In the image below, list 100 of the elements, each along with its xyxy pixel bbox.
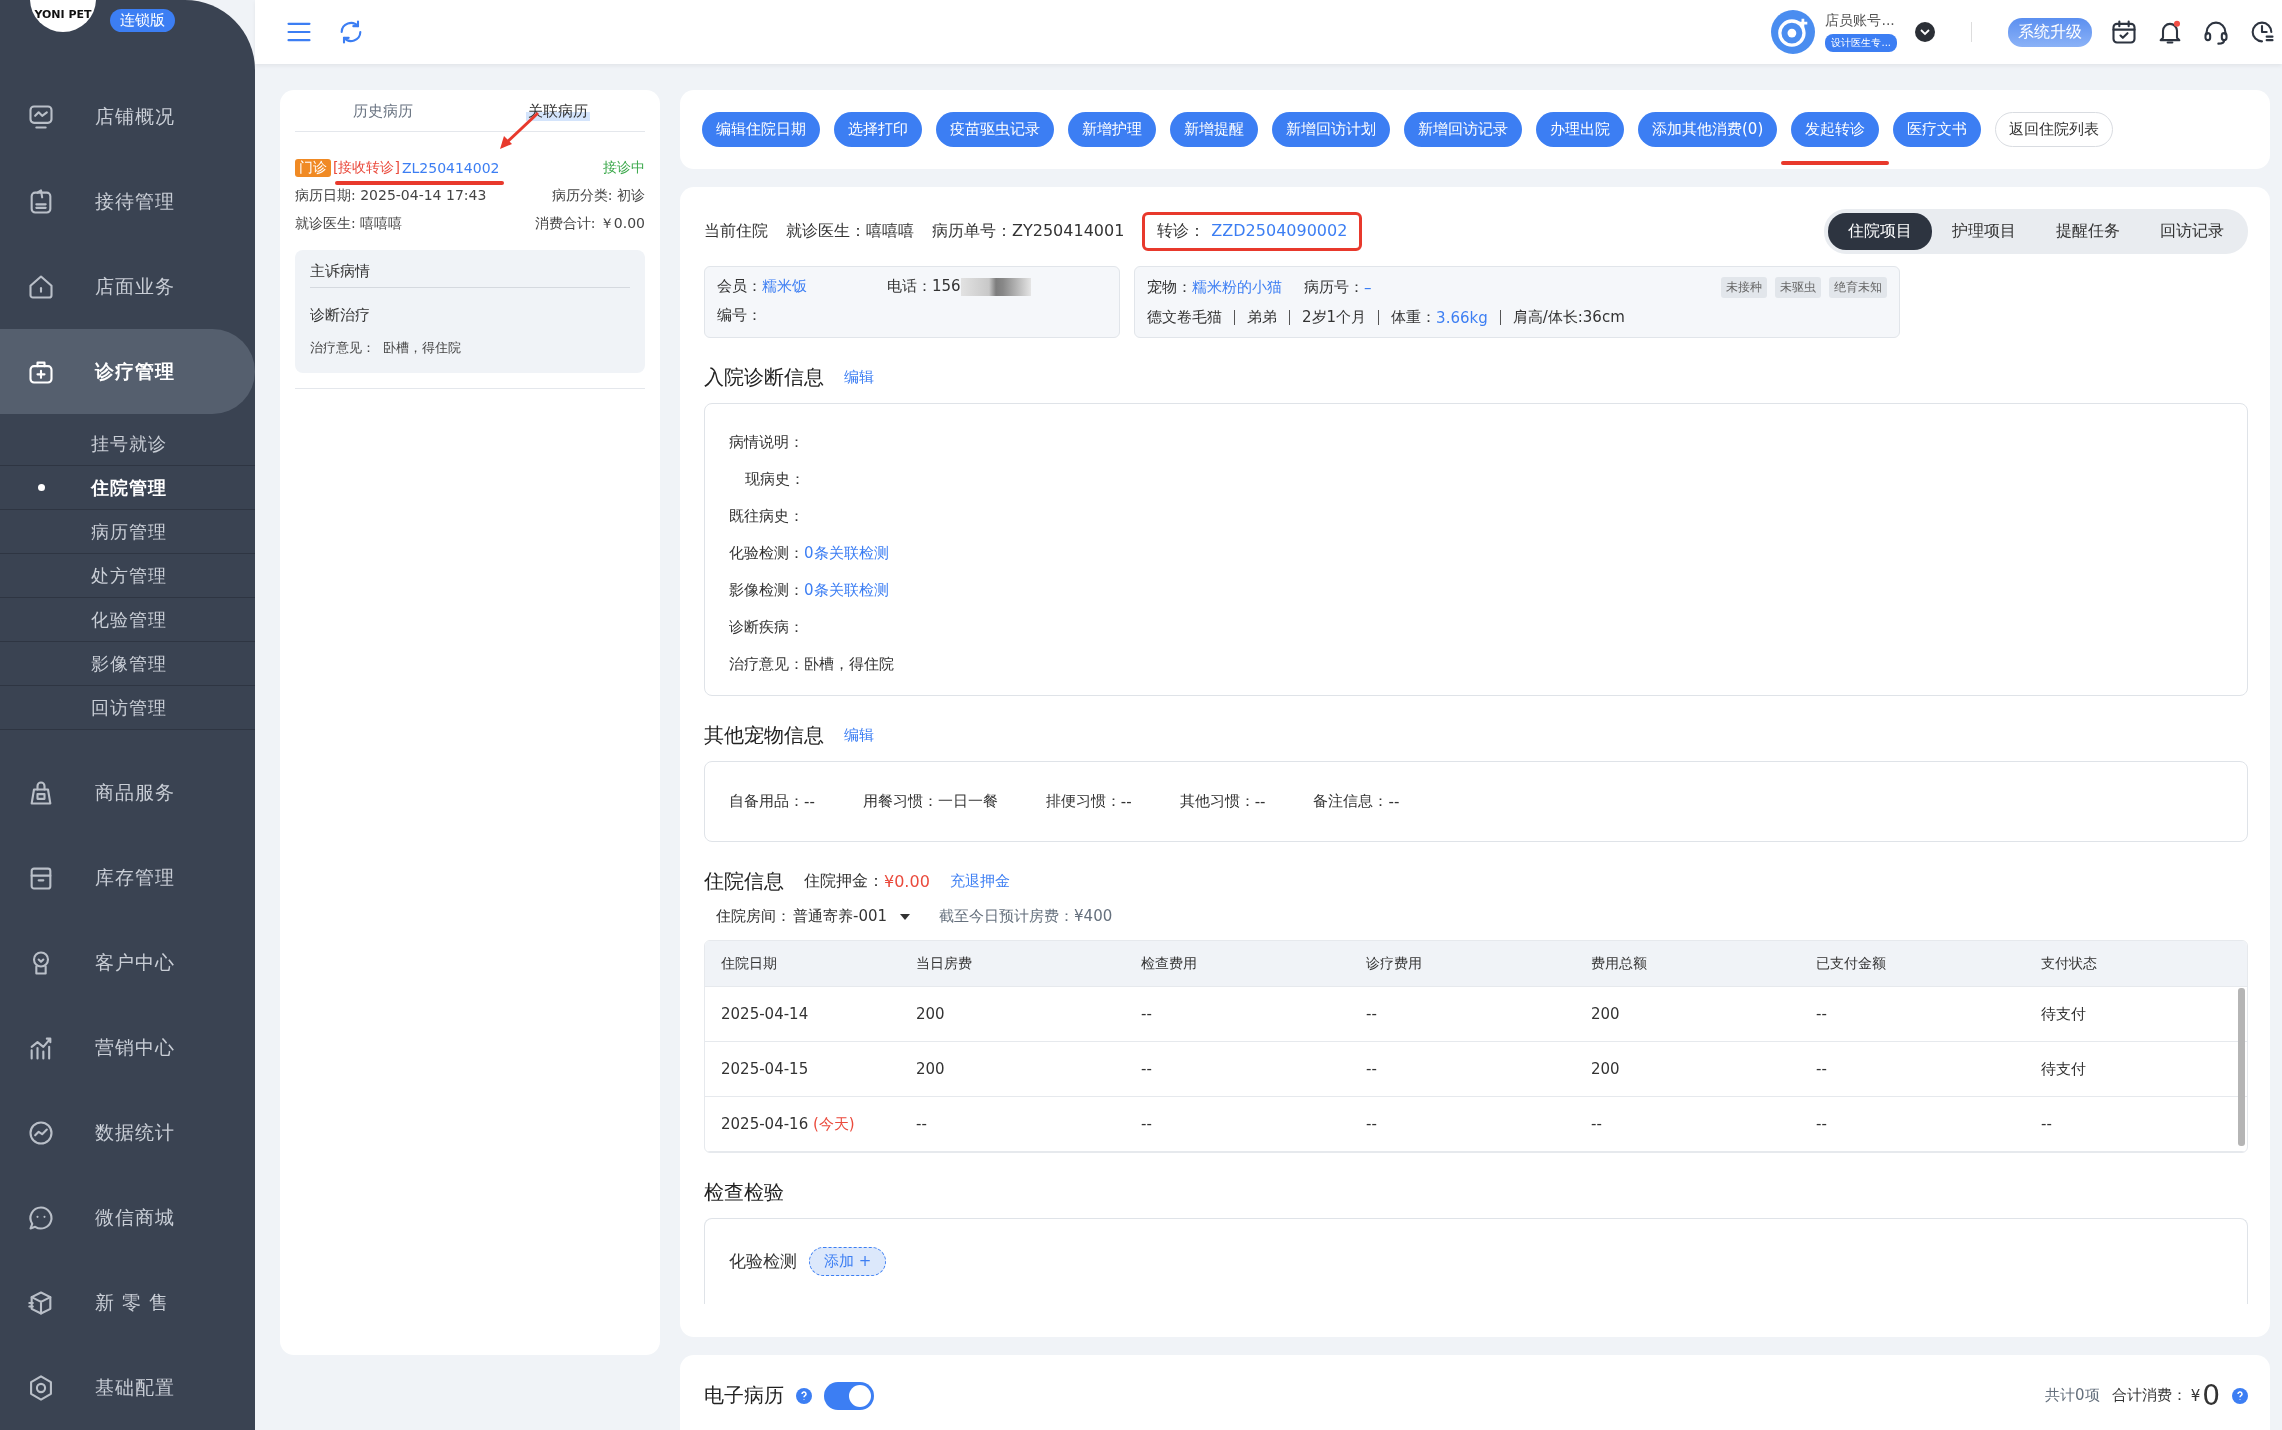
column-header: 已支付金额 — [1815, 954, 1887, 973]
table-cell-text: -- — [1815, 1005, 1828, 1023]
info-text: 转诊： — [1157, 221, 1206, 242]
link-text[interactable]: 0条关联检测 — [804, 544, 889, 563]
submenu-item[interactable]: 住院管理 — [0, 466, 255, 510]
tab[interactable]: 关联病历 — [525, 102, 590, 121]
sidebar-item[interactable]: 基础配置 — [0, 1345, 255, 1430]
record-link[interactable]: ZL250414002 — [401, 160, 500, 176]
action-button[interactable]: 新增护理 — [1068, 112, 1156, 147]
table-cell-text: 待支付 — [2040, 1004, 2087, 1024]
tab[interactable]: 回访记录 — [2140, 213, 2244, 250]
monitor-icon — [27, 102, 55, 131]
sidebar-item[interactable]: 诊疗管理 — [0, 329, 255, 414]
scrollbar[interactable] — [2238, 988, 2245, 1146]
table-cell-text: -- — [1140, 1060, 1153, 1078]
section-title: 诊断治疗 — [310, 306, 371, 325]
edit-link[interactable]: 编辑 — [844, 726, 874, 745]
edition-badge: 连锁版 — [110, 9, 175, 32]
field-value: -- — [804, 792, 815, 811]
action-button[interactable]: 新增回访记录 — [1404, 112, 1522, 147]
tab[interactable]: 住院项目 — [1828, 213, 1932, 250]
transfer-link[interactable]: ZZD2504090002 — [1211, 221, 1348, 242]
tab[interactable]: 历史病历 — [350, 102, 415, 121]
table-cell-text: -- — [915, 1115, 928, 1133]
fee-estimate: 截至今日预计房费：¥400 — [939, 907, 1113, 926]
field-value: 卧槽，得住院 — [383, 339, 461, 357]
field-label: 自备用品： — [729, 792, 804, 811]
pet-link[interactable]: 糯米粉的小猫 — [1192, 278, 1282, 297]
field-label: 影像检测： — [729, 581, 804, 600]
submenu-item[interactable]: 病历管理 — [0, 510, 255, 554]
caret-down-icon — [899, 911, 912, 922]
table-cell-text: 200 — [915, 1005, 946, 1023]
table-cell-text: 2025-04-15 — [720, 1060, 810, 1078]
link-text[interactable]: 0条关联检测 — [804, 581, 889, 600]
field-label: 化验检测 — [729, 1250, 797, 1273]
chevron-down-icon[interactable] — [1915, 22, 1935, 42]
field-label: 治疗意见： — [310, 339, 375, 357]
submenu-item[interactable]: 挂号就诊 — [0, 422, 255, 466]
sidebar-item[interactable]: 客户中心 — [0, 920, 255, 1005]
table-cell-text: -- — [1365, 1005, 1378, 1023]
add-button[interactable]: 添加 + — [809, 1247, 887, 1276]
member-link[interactable]: 糯米饭 — [762, 277, 807, 296]
sidebar-item[interactable]: 店铺概况 — [0, 74, 255, 159]
record-number-link[interactable]: – — [1364, 278, 1372, 297]
submenu-item[interactable]: 影像管理 — [0, 642, 255, 686]
sidebar-item[interactable]: 库存管理 — [0, 835, 255, 920]
submenu-item[interactable]: 处方管理 — [0, 554, 255, 598]
deposit-amount: ¥0.00 — [884, 872, 930, 891]
tab[interactable]: 提醒任务 — [2036, 213, 2140, 250]
section-title: 电子病历 — [704, 1382, 784, 1409]
column-header: 支付状态 — [2040, 954, 2098, 973]
action-button[interactable]: 编辑住院日期 — [702, 112, 820, 147]
table-cell-text: 200 — [1590, 1005, 1621, 1023]
field-label: 化验检测： — [729, 544, 804, 563]
field-value: 卧槽，得住院 — [804, 655, 894, 674]
submenu-item[interactable]: 回访管理 — [0, 686, 255, 730]
tab[interactable]: 护理项目 — [1932, 213, 2036, 250]
edit-link[interactable]: 编辑 — [844, 368, 874, 387]
sidebar-item[interactable]: 店面业务 — [0, 244, 255, 329]
action-button[interactable]: 办理出院 — [1536, 112, 1624, 147]
table-cell-text: 2025-04-14 — [720, 1005, 810, 1023]
record-field: 消费合计: ￥0.00 — [534, 215, 645, 233]
field-value: -- — [1388, 792, 1400, 811]
sidebar-item[interactable]: 商品服务 — [0, 750, 255, 835]
action-button[interactable]: 新增回访计划 — [1272, 112, 1390, 147]
field-label: 治疗意见： — [729, 655, 804, 674]
submenu-item[interactable]: 化验管理 — [0, 598, 255, 642]
record-type-tag: 门诊 — [295, 159, 331, 177]
chat-icon — [27, 1203, 55, 1232]
avatar-icon[interactable] — [1771, 10, 1816, 54]
field-label: 编号： — [717, 306, 763, 325]
help-icon[interactable] — [796, 1387, 812, 1404]
field-label: 病情说明： — [729, 433, 804, 452]
action-button[interactable]: 选择打印 — [834, 112, 922, 147]
transfer-tag: [接收转诊] — [333, 159, 400, 177]
table-cell-text: -- — [1590, 1115, 1603, 1133]
action-button[interactable]: 医疗文书 — [1893, 112, 1982, 147]
table-cell-text: -- — [2040, 1115, 2053, 1133]
field-label: 体重： — [1391, 308, 1437, 327]
sidebar-item[interactable]: 数据统计 — [0, 1090, 255, 1175]
field-value: 一日一餐 — [937, 792, 998, 811]
action-button[interactable]: 返回住院列表 — [1995, 112, 2114, 147]
toggle-switch[interactable] — [824, 1381, 874, 1410]
action-button[interactable]: 疫苗驱虫记录 — [936, 112, 1054, 147]
deposit-link[interactable]: 充退押金 — [949, 872, 1010, 891]
sidebar-item[interactable]: 接待管理 — [0, 159, 255, 244]
field-value: -- — [1120, 792, 1132, 811]
action-button[interactable]: 添加其他消费(0) — [1638, 112, 1778, 147]
action-button[interactable]: 发起转诊 — [1791, 112, 1880, 147]
field-label: 备注信息： — [1313, 792, 1389, 811]
field-label: 合计消费： — [2111, 1386, 2187, 1405]
sidebar-item[interactable]: 微信商城 — [0, 1175, 255, 1260]
user-name[interactable]: 店员账号... — [1825, 12, 1897, 30]
room-dropdown[interactable]: 住院房间：普通寄养-001 — [716, 907, 912, 926]
table-cell-text: -- — [1140, 1115, 1153, 1133]
action-button[interactable]: 新增提醒 — [1170, 112, 1258, 147]
help-icon[interactable] — [2232, 1387, 2248, 1404]
sidebar-item[interactable]: 营销中心 — [0, 1005, 255, 1090]
sidebar-item[interactable]: 新 零 售 — [0, 1260, 255, 1345]
calendar-icon[interactable] — [2110, 18, 2138, 46]
